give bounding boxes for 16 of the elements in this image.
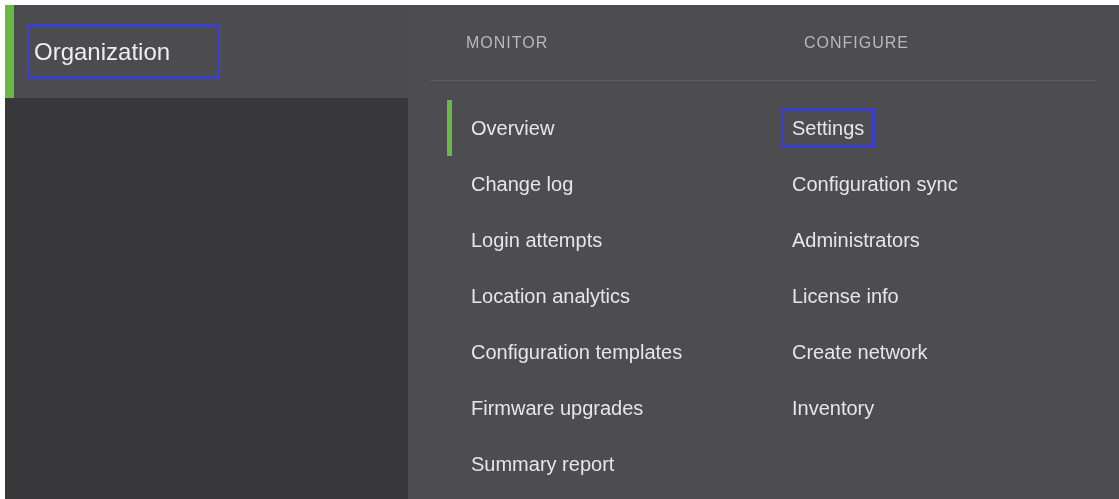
menu-item[interactable]: Configuration templates — [460, 332, 694, 372]
column-heading: MONITOR — [465, 32, 550, 53]
menu-item[interactable]: Summary report — [460, 444, 626, 484]
menu-item[interactable]: Overview — [460, 108, 566, 148]
menu-item[interactable]: Inventory — [781, 388, 886, 428]
column-heading: CONFIGURE — [803, 32, 909, 53]
menu-item[interactable]: Firmware upgrades — [460, 388, 655, 428]
menu-item[interactable]: Administrators — [781, 220, 931, 260]
menu-item[interactable]: Create network — [781, 332, 939, 372]
menu-item[interactable]: Configuration sync — [781, 164, 969, 204]
menu-item[interactable]: Settings — [781, 108, 876, 148]
menu-item[interactable]: License info — [781, 276, 910, 316]
organization-link[interactable]: Organization — [27, 24, 220, 79]
menu-item[interactable]: Login attempts — [460, 220, 614, 260]
menu-item[interactable]: Location analytics — [460, 276, 641, 316]
menu-item[interactable]: Change log — [460, 164, 585, 204]
